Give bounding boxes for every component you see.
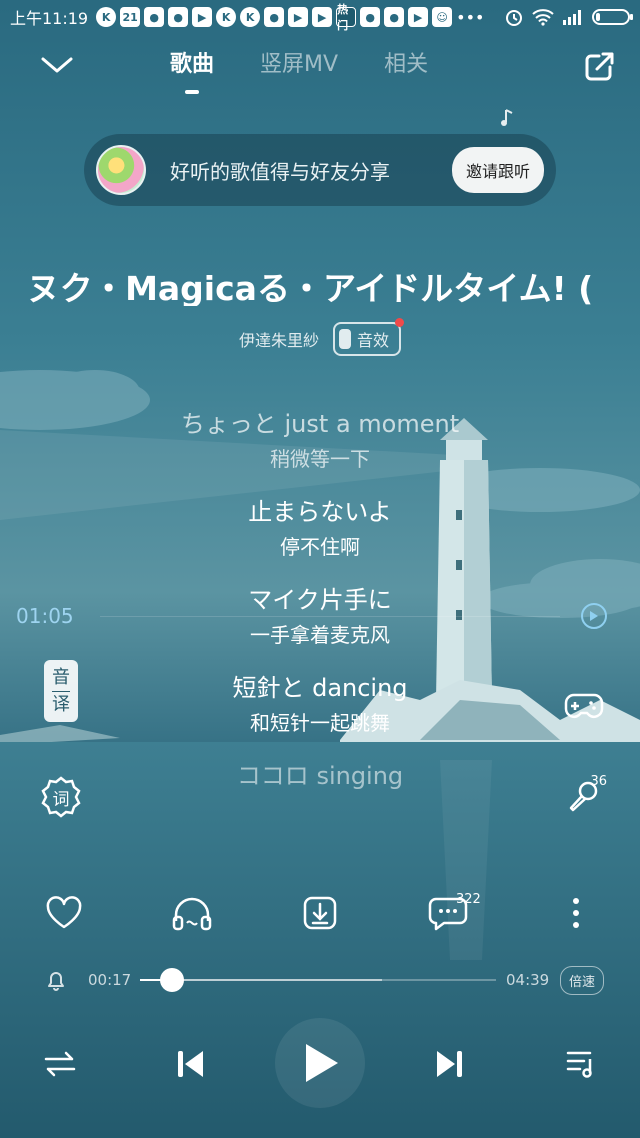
notification-icon: ▶: [408, 7, 429, 27]
lyric-original: 止まらないよ: [248, 498, 392, 526]
sound-effect-button[interactable]: 音效: [333, 318, 405, 356]
status-time: 上午11:19: [10, 9, 89, 28]
artist-name[interactable]: 伊達朱里紗: [239, 327, 319, 351]
playlist-button[interactable]: [562, 1044, 602, 1084]
more-vertical-icon: [573, 898, 579, 928]
tab-vertical-mv[interactable]: 竖屏MV: [260, 46, 338, 78]
wifi-icon: [532, 9, 554, 26]
play-icon: [590, 611, 598, 621]
action-row: [0, 892, 640, 934]
share-banner-text: 好听的歌值得与好友分享: [170, 159, 390, 184]
lyric-line: ココロ singing: [0, 756, 640, 796]
invite-listen-button[interactable]: 邀请跟听: [451, 147, 544, 193]
download-icon: [303, 896, 337, 930]
sound-quality-button[interactable]: [170, 892, 214, 934]
share-banner: 好听的歌值得与好友分享 邀请跟听: [84, 134, 556, 206]
lyric-line: ちょっと just a moment 稍微等一下: [0, 404, 640, 474]
bell-icon[interactable]: [44, 968, 68, 992]
lyric-translation: 稍微等一下: [270, 447, 370, 471]
share-icon: [585, 52, 614, 81]
lyrics-label: 词: [52, 789, 70, 810]
song-title-text: ヌク・Magicaる・アイドルタイム! (: [26, 269, 594, 306]
notification-icon: K: [216, 7, 237, 27]
game-button[interactable]: [564, 690, 604, 722]
current-time: 00:17: [88, 971, 132, 989]
pronunciation-label: 音: [52, 665, 70, 692]
sound-effect-label: 音效: [357, 331, 390, 350]
more-notifications-icon: •••: [456, 7, 485, 27]
playlist-icon: [566, 1051, 592, 1078]
progress-row: 00:17 04:39 倍速: [0, 962, 640, 998]
artist-row: 伊達朱里紗 音效: [0, 318, 640, 356]
notification-icon: 热门: [336, 3, 357, 32]
karaoke-count: 36: [590, 774, 607, 789]
comment-count: 322: [456, 892, 481, 907]
lyric-seek-line: [100, 616, 560, 617]
lyric-original: 短針と dancing: [232, 674, 408, 702]
translation-label: 译: [52, 693, 70, 715]
next-button[interactable]: [428, 1042, 472, 1086]
song-title: ヌク・Magicaる・アイドルタイム! (: [0, 262, 640, 306]
share-button[interactable]: [582, 48, 618, 84]
lyric-line: 短針と dancing 和短针一起跳舞: [0, 668, 640, 738]
lyric-original: マイク片手に: [248, 586, 392, 614]
pronunciation-translation-toggle[interactable]: 音 译: [44, 660, 78, 722]
lyric-line: 止まらないよ 停不住啊: [0, 492, 640, 562]
notification-icon: ●: [168, 7, 189, 27]
skip-previous-icon: [178, 1051, 203, 1077]
lyrics-settings-button[interactable]: 词: [40, 776, 82, 818]
download-button[interactable]: [298, 892, 342, 934]
play-from-line-button[interactable]: [581, 603, 607, 629]
user-avatar: [96, 145, 146, 195]
notification-icon: ▶: [192, 7, 213, 27]
effect-toggle-icon: [339, 329, 351, 349]
alarm-icon: [506, 10, 522, 26]
lyric-original: ココロ singing: [236, 762, 404, 790]
status-bar: 上午11:19 K 21 ● ● ▶ K K ● ▶ ▶ 热门 ● ● ▶ ☺ …: [0, 0, 640, 34]
headphones-icon: [172, 897, 212, 931]
tab-related[interactable]: 相关: [384, 46, 428, 78]
notification-icon: 21: [120, 7, 141, 27]
heart-icon: [46, 896, 82, 929]
notification-icon: ▶: [312, 7, 333, 27]
lyrics-panel[interactable]: ちょっと just a moment 稍微等一下 止まらないよ 停不住啊 マイク…: [0, 404, 640, 814]
notification-icon: ▶: [288, 7, 309, 27]
notification-icon: K: [96, 7, 117, 27]
more-options-button[interactable]: [554, 892, 598, 934]
collapse-button[interactable]: [36, 48, 78, 82]
lyric-line: マイク片手に 一手拿着麦克风: [0, 580, 640, 650]
top-navigation: 歌曲 竖屏MV 相关: [0, 40, 640, 92]
like-button[interactable]: [42, 892, 86, 934]
lyric-original: ちょっと just a moment: [180, 410, 460, 438]
tab-song[interactable]: 歌曲: [170, 46, 214, 78]
tab-bar: 歌曲 竖屏MV 相关: [170, 46, 428, 78]
play-icon: [306, 1044, 338, 1082]
chevron-down-icon: [41, 57, 73, 73]
play-button[interactable]: [275, 1018, 365, 1108]
notification-icon: ●: [144, 7, 165, 27]
lyric-translation: 和短针一起跳舞: [250, 711, 390, 735]
notification-icon: ☺: [432, 7, 453, 27]
gamepad-icon: [564, 693, 604, 718]
total-time: 04:39: [506, 971, 550, 989]
music-note-icon: [501, 109, 513, 126]
progress-slider[interactable]: [140, 968, 496, 992]
signal-icon: [563, 10, 581, 25]
playback-speed-button[interactable]: 倍速: [560, 966, 605, 995]
play-mode-button[interactable]: [40, 1044, 80, 1084]
skip-next-icon: [437, 1051, 462, 1077]
lyric-seek-time: 01:05: [16, 604, 74, 628]
previous-button[interactable]: [168, 1042, 212, 1086]
notification-icon: ●: [360, 7, 381, 27]
notification-icon: ●: [384, 7, 405, 27]
lyric-translation: 一手拿着麦克风: [250, 623, 390, 647]
new-dot-badge: [395, 318, 405, 327]
playback-controls: [0, 1018, 640, 1108]
lyric-translation: 停不住啊: [280, 535, 360, 559]
progress-thumb[interactable]: [160, 968, 185, 992]
notification-icon: K: [240, 7, 261, 27]
repeat-order-icon: [44, 1051, 76, 1077]
notification-icon: ●: [264, 7, 285, 27]
battery-icon: [592, 9, 633, 25]
